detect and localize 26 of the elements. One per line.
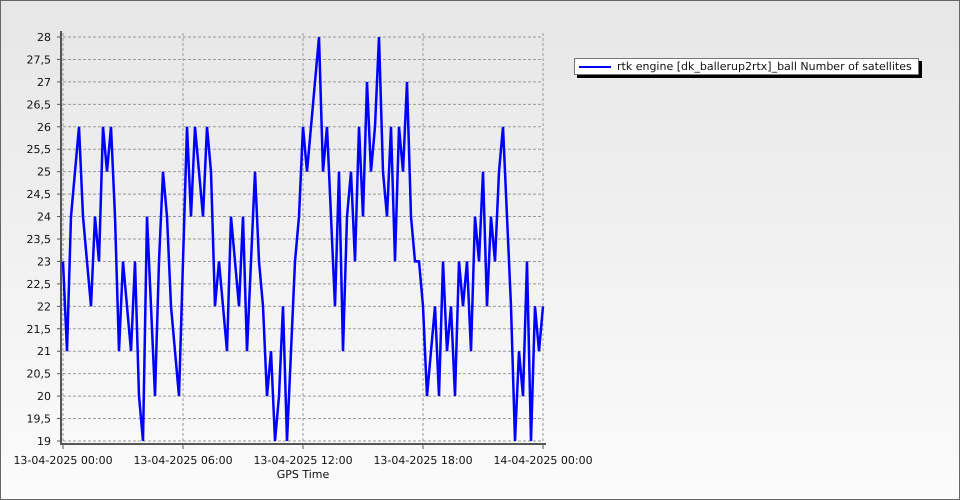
x-tick-label: 13-04-2025 06:00: [133, 454, 233, 467]
y-tick-label: 22,5: [26, 278, 51, 291]
y-tick-label: 26: [37, 120, 51, 134]
y-tick-label: 24: [37, 210, 51, 224]
y-tick-label: 21,5: [26, 322, 51, 336]
y-tick-label: 20,5: [26, 368, 51, 381]
y-tick-label: 25,5: [26, 143, 51, 156]
x-tick-label: 13-04-2025 12:00: [253, 454, 353, 467]
y-tick-label: 20: [37, 390, 51, 404]
y-tick-label: 27: [37, 76, 51, 89]
x-axis-title: GPS Time: [276, 468, 330, 481]
y-tick-label: 26,5: [26, 98, 51, 112]
legend-label: rtk engine [dk_ballerup2rtx]_ball Number of satellites: [617, 60, 912, 73]
y-tick-label: 21: [37, 345, 51, 358]
x-tick-label: 14-04-2025 00:00: [493, 454, 593, 467]
y-tick-label: 19: [37, 435, 51, 448]
y-tick-label: 28: [37, 31, 51, 44]
y-tick-label: 22: [37, 300, 51, 314]
y-tick-label: 23: [37, 255, 51, 268]
y-tick-label: 23,5: [26, 233, 51, 246]
y-tick-label: 19,5: [26, 412, 51, 426]
x-tick-label: 13-04-2025 00:00: [13, 454, 113, 467]
x-tick-label: 13-04-2025 18:00: [373, 454, 473, 467]
y-tick-label: 25: [37, 166, 51, 179]
y-tick-label: 27,5: [26, 53, 51, 66]
y-tick-label: 24,5: [26, 188, 51, 202]
